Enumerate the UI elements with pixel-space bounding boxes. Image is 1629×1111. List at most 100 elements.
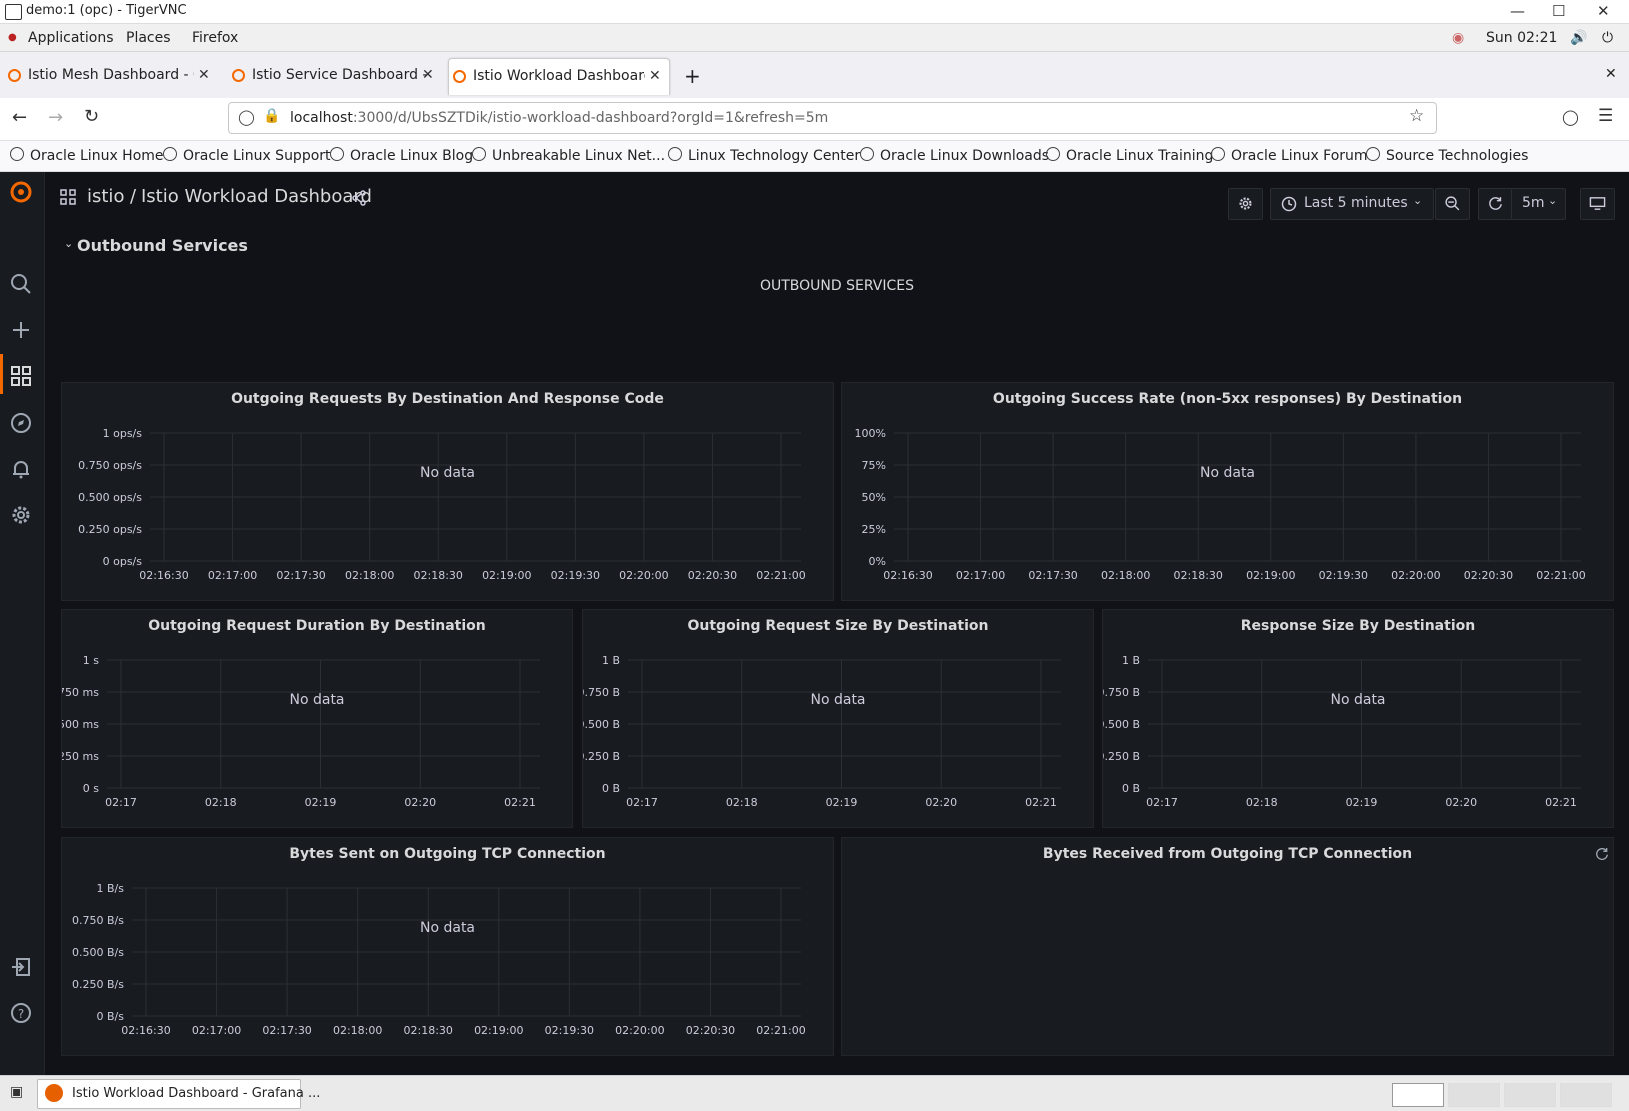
panel-title[interactable]: Outgoing Success Rate (non-5xx responses… (842, 391, 1613, 407)
close-window-icon[interactable]: ✕ (1605, 66, 1617, 82)
row-collapse-chevron-icon[interactable]: ⌄ (64, 237, 73, 250)
maximize-icon[interactable]: ☐ (1552, 2, 1565, 20)
sign-in-icon[interactable] (9, 955, 33, 979)
taskbar-window-button[interactable]: Istio Workload Dashboard - Grafana ... (37, 1079, 320, 1109)
bookmark-item[interactable]: Oracle Linux Downloads (860, 147, 1049, 164)
back-icon[interactable]: ← (12, 107, 27, 128)
tab-close-icon[interactable]: ✕ (649, 68, 661, 84)
gear-icon[interactable] (9, 503, 33, 527)
applications-menu[interactable]: Applications (28, 30, 114, 46)
x-tick-label: 02:18:30 (414, 569, 463, 582)
bookmark-item[interactable]: Source Technologies (1366, 147, 1528, 164)
panel-title[interactable]: Bytes Sent on Outgoing TCP Connection (62, 846, 833, 862)
bookmark-item[interactable]: Oracle Linux Training (1046, 147, 1213, 164)
tab-istio-workload[interactable]: Istio Workload Dashboard ✕ (448, 58, 670, 95)
url-path: :3000/d/UbsSZTDik/istio-workload-dashboa… (352, 110, 829, 126)
lock-icon[interactable]: 🔒 (263, 108, 280, 124)
share-icon[interactable] (351, 190, 367, 206)
no-data-message: No data (1330, 692, 1385, 708)
time-range-picker[interactable]: Last 5 minutes ⌄ (1270, 188, 1434, 220)
panel-outgoing-request-duration[interactable]: 1 s 750 ms 500 ms 250 ms 0 s 02:17 02:18 02:19 0… (61, 609, 573, 828)
panel-outgoing-requests[interactable]: 1 ops/s 0.750 ops/s 0.500 ops/s 0.250 ops/s… (61, 382, 834, 601)
explore-compass-icon[interactable] (9, 411, 33, 435)
bookmark-label: Oracle Linux Forum (1231, 148, 1368, 164)
y-tick-label: 50% (862, 491, 886, 504)
y-tick-label: 0.750 ops/s (78, 459, 142, 472)
bookmark-item[interactable]: Linux Technology Center (668, 147, 860, 164)
panel-title[interactable]: Bytes Received from Outgoing TCP Connect… (842, 846, 1613, 862)
panel-bytes-sent-tcp[interactable]: 1 B/s 0.750 B/s 0.500 B/s 0.250 B/s 0 B/s 02:… (61, 837, 834, 1056)
panel-outgoing-success-rate[interactable]: 100% 75% 50% 25% 0% 02:16:30 02:17:00 02:17:30 0… (841, 382, 1614, 601)
bookmark-item[interactable]: Oracle Linux Blog (330, 147, 473, 164)
monitor-icon (1589, 197, 1606, 210)
refresh-interval-picker[interactable]: 5m ⌄ (1511, 188, 1566, 220)
user-icon[interactable]: ◉ (1452, 30, 1464, 46)
zoom-out-button[interactable] (1435, 188, 1470, 220)
volume-icon[interactable]: 🔊 (1570, 30, 1587, 46)
x-tick-label: 02:21:00 (1536, 569, 1585, 582)
x-tick-label: 02:21 (504, 796, 536, 809)
panel-bytes-received-tcp[interactable]: Bytes Received from Outgoing TCP Connect… (841, 837, 1614, 1056)
row-title[interactable]: Outbound Services (77, 236, 248, 255)
bookmark-item[interactable]: Unbreakable Linux Net... (472, 147, 665, 164)
panel-title[interactable]: Outgoing Requests By Destination And Res… (62, 391, 833, 407)
new-tab-icon[interactable]: + (684, 64, 701, 88)
chart-area: 100% 75% 50% 25% 0%02:16:30 02:17:00 02:17:30 0… (855, 427, 1586, 582)
y-tick-label: 0.500 ops/s (78, 491, 142, 504)
firefox-menu[interactable]: Firefox (192, 30, 238, 46)
show-desktop-icon[interactable]: ▣ (10, 1084, 23, 1100)
tab-close-icon[interactable]: ✕ (422, 67, 434, 83)
search-icon[interactable] (9, 272, 33, 296)
tab-istio-mesh[interactable]: Istio Mesh Dashboard - Gr ✕ (4, 58, 214, 94)
panel-title[interactable]: Outgoing Request Duration By Destination (62, 618, 572, 634)
x-tick-label: 02:20:00 (619, 569, 668, 582)
bookmark-star-icon[interactable]: ☆ (1409, 106, 1424, 126)
help-icon[interactable]: ? (9, 1001, 33, 1025)
pocket-icon[interactable]: ◯ (1562, 108, 1579, 126)
reload-icon[interactable]: ↻ (84, 106, 99, 127)
dashboards-icon[interactable] (9, 364, 33, 388)
plus-icon[interactable] (9, 318, 33, 342)
chart-area: 1 B/s0.750 B/s0.500 B/s0.250 B/s0 B/s02:… (72, 882, 806, 1037)
workspace-2[interactable] (1448, 1083, 1500, 1107)
svg-text:?: ? (18, 1007, 24, 1021)
menu-icon[interactable]: ☰ (1598, 106, 1613, 126)
bookmark-item[interactable]: Oracle Linux Forum (1211, 147, 1368, 164)
gnome-top-bar: ● Applications Places Firefox ◉ Sun 02:2… (0, 24, 1629, 52)
workspace-4[interactable] (1560, 1083, 1612, 1107)
y-tick-label: 0.750 B (1103, 686, 1140, 699)
alerting-bell-icon[interactable] (9, 457, 33, 481)
bookmark-item[interactable]: Oracle Linux Home (10, 147, 164, 164)
tab-istio-service[interactable]: Istio Service Dashboard - G ✕ (228, 58, 438, 94)
panel-title[interactable]: Outgoing Request Size By Destination (583, 618, 1093, 634)
dashboard-settings-button[interactable] (1228, 188, 1263, 220)
dashboard-grid-icon[interactable] (60, 189, 76, 205)
panel-outgoing-request-size[interactable]: 1 B 0.750 B 0.500 B 0.250 B 0 B 02:17 02:18 02:… (582, 609, 1094, 828)
shield-icon[interactable]: ◯ (238, 108, 255, 126)
panel-response-size[interactable]: 1 B 0.750 B 0.500 B 0.250 B 0 B 02:17 02:18 02:… (1102, 609, 1614, 828)
x-tick-label: 02:19 (826, 796, 858, 809)
panel-title[interactable]: Response Size By Destination (1103, 618, 1613, 634)
close-icon[interactable]: ✕ (1597, 2, 1610, 20)
breadcrumb-folder[interactable]: istio (87, 186, 124, 207)
workspace-1[interactable] (1392, 1083, 1444, 1107)
power-icon[interactable]: ⏻ (1602, 30, 1613, 46)
tab-bar: Istio Mesh Dashboard - Gr ✕ Istio Servic… (0, 52, 1629, 99)
clock[interactable]: Sun 02:21 (1486, 30, 1557, 46)
y-tick-label: 0 B (602, 782, 620, 795)
url-bar[interactable]: ◯ 🔒 localhost:3000/d/UbsSZTDik/istio-wor… (228, 102, 1437, 134)
x-tick-label: 02:18:00 (333, 1024, 382, 1037)
grafana-favicon-icon (8, 69, 21, 82)
places-menu[interactable]: Places (126, 30, 171, 46)
refresh-button[interactable] (1478, 188, 1513, 220)
tv-mode-button[interactable] (1580, 188, 1615, 220)
page-title[interactable]: Istio Workload Dashboard (141, 186, 372, 207)
y-tick-label: 0.250 B (583, 750, 620, 763)
grafana-logo-icon[interactable] (9, 180, 33, 204)
workspace-3[interactable] (1504, 1083, 1556, 1107)
globe-icon (10, 147, 24, 161)
forward-icon[interactable]: → (48, 107, 63, 128)
minimize-icon[interactable]: — (1510, 2, 1525, 20)
bookmark-item[interactable]: Oracle Linux Support (163, 147, 331, 164)
tab-close-icon[interactable]: ✕ (198, 67, 210, 83)
